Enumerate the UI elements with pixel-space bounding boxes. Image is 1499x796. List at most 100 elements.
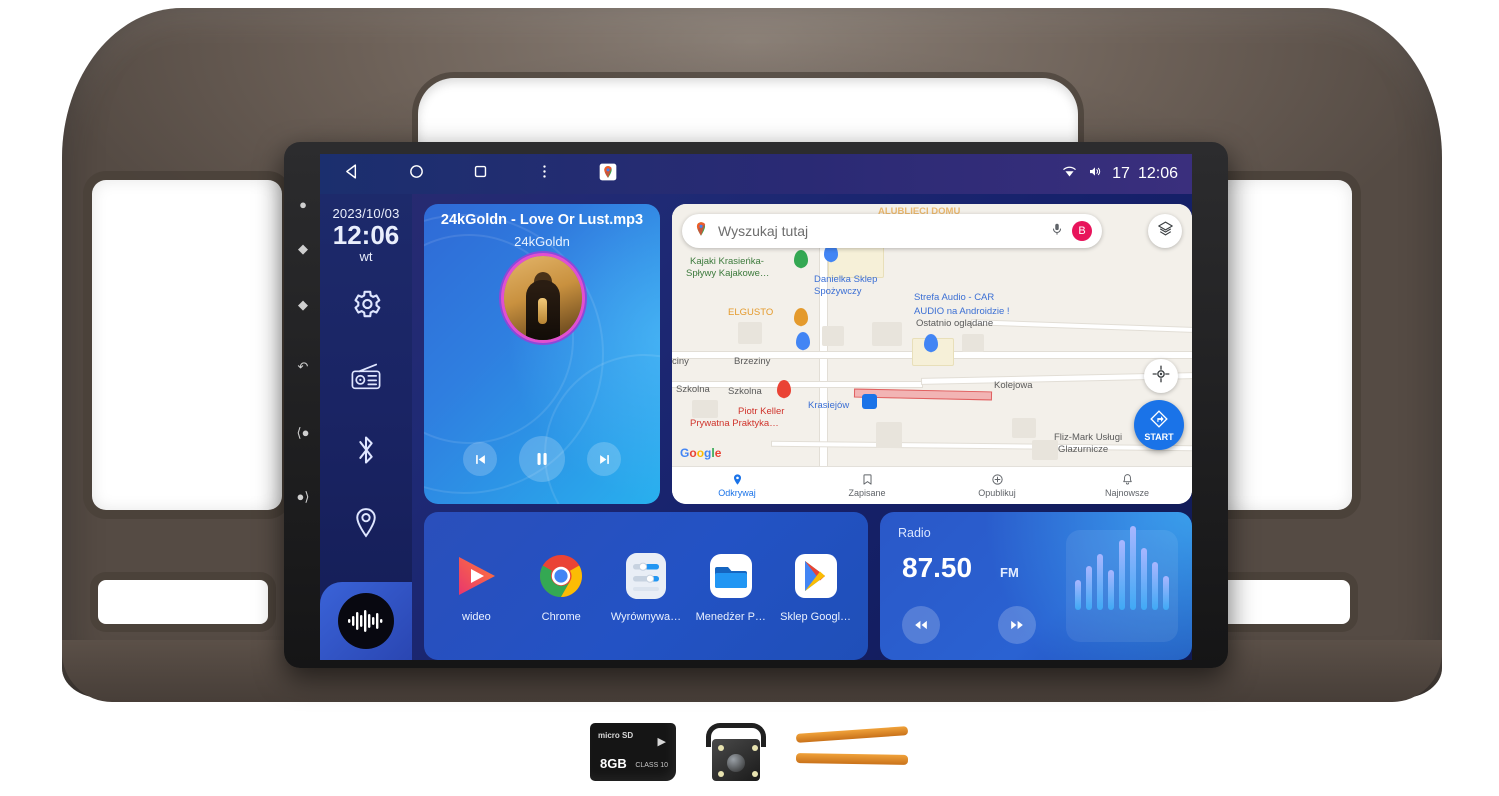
microsd-arrow-icon: ▶	[657, 736, 666, 748]
radio-seek-up-button[interactable]	[998, 606, 1036, 644]
visualizer-bar	[1108, 570, 1114, 610]
dash-slot-left	[98, 580, 268, 624]
bell-icon	[1062, 473, 1192, 488]
touchscreen[interactable]: 17 12:06 2023/10/03 12:06 wt 24kGoldn - …	[320, 154, 1192, 660]
sidebar-item-bluetooth[interactable]	[320, 416, 412, 489]
map-pin-blue[interactable]	[796, 332, 810, 350]
recents-icon[interactable]	[448, 163, 512, 185]
clock-date: 2023/10/03	[332, 206, 400, 221]
app-wyrownywanie[interactable]: Wyrównywa…	[606, 549, 687, 623]
microsd-class: CLASS 10	[635, 762, 668, 769]
pry-tool	[795, 753, 909, 765]
clock-weekday: wt	[359, 249, 373, 264]
radio-seek-down-button[interactable]	[902, 606, 940, 644]
map-search-bar[interactable]: Wyszukaj tutaj B	[682, 214, 1102, 248]
media-controls	[424, 436, 660, 482]
chrome-icon	[534, 549, 588, 603]
location-pin-icon	[350, 506, 382, 545]
hw-button-home[interactable]: ◆	[294, 296, 312, 314]
microsd-card: micro SD ▶ 8GB CLASS 10	[590, 723, 676, 781]
avatar[interactable]: B	[1072, 221, 1092, 241]
pry-tool	[795, 726, 909, 743]
map-start-label: START	[1144, 431, 1174, 442]
radio-band: FM	[1000, 565, 1019, 580]
map-label: Spływy Kajakowe…	[686, 268, 770, 279]
radio-widget[interactable]: Radio 87.50 FM	[880, 512, 1192, 660]
radio-title: Radio	[898, 526, 931, 540]
product-photo: ● ◆ ◆ ↶ ⟨● ●⟩ 17 12:06 2023/10/03 12:06 …	[0, 0, 1499, 796]
map-block	[692, 400, 718, 418]
microsd-capacity: 8GB	[600, 756, 627, 771]
file-manager-icon	[704, 549, 758, 603]
sidebar-item-music[interactable]	[320, 582, 412, 660]
hw-button-volume-up[interactable]: ◆	[294, 240, 312, 258]
album-art	[504, 256, 582, 340]
map-pin-orange[interactable]	[794, 308, 808, 326]
clock-widget[interactable]: 2023/10/03 12:06 wt	[320, 194, 412, 264]
next-track-button[interactable]	[587, 442, 621, 476]
map-block	[962, 334, 984, 352]
overflow-icon[interactable]	[512, 163, 576, 185]
location-pin-icon	[672, 473, 802, 488]
sidebar-item-navigation[interactable]	[320, 489, 412, 562]
gear-icon	[349, 287, 383, 326]
wifi-icon	[1061, 164, 1078, 184]
volume-level: 17	[1112, 165, 1130, 182]
hw-button-power[interactable]: ●	[294, 196, 312, 214]
map-pin-red[interactable]	[777, 380, 791, 398]
rear-camera	[698, 721, 774, 783]
map-label: Strefa Audio - CAR	[914, 292, 995, 303]
hw-button-back[interactable]: ↶	[294, 358, 312, 376]
sidebar-item-radio[interactable]	[320, 343, 412, 416]
app-sklep-google[interactable]: Sklep Googl…	[775, 549, 856, 623]
map-pin-blue[interactable]	[924, 334, 938, 352]
map-widget[interactable]: ALUBLIECI DOMU Kajaki Krasieńka- Spływy …	[672, 204, 1192, 504]
map-pin-green[interactable]	[794, 250, 808, 268]
map-tab-najnowsze[interactable]: Najnowsze	[1062, 473, 1192, 498]
map-label: ELGUSTO	[728, 307, 774, 318]
map-search-placeholder: Wyszukaj tutaj	[718, 223, 809, 239]
map-label: Prywatna Praktyka…	[690, 418, 779, 429]
previous-track-button[interactable]	[463, 442, 497, 476]
app-label: Chrome	[541, 611, 581, 623]
home-icon[interactable]	[384, 163, 448, 185]
visualizer-bar	[1097, 554, 1103, 610]
map-bottom-nav: Odkrywaj Zapisane Opublikuj Najnowsze	[672, 466, 1192, 504]
music-widget[interactable]: 24kGoldn - Love Or Lust.mp3 24kGoldn	[424, 204, 660, 504]
pry-tools	[795, 724, 916, 780]
map-label: Kajaki Krasieńka-	[690, 256, 764, 267]
microphone-icon[interactable]	[1050, 221, 1064, 242]
map-tab-label: Odkrywaj	[718, 488, 756, 498]
map-start-navigation-button[interactable]: START	[1134, 400, 1184, 450]
map-label: Krasiejów	[808, 400, 850, 411]
sidebar-item-settings[interactable]	[320, 270, 412, 343]
map-locate-button[interactable]	[1144, 359, 1178, 393]
map-tab-odkrywaj[interactable]: Odkrywaj	[672, 473, 802, 498]
map-tab-zapisane[interactable]: Zapisane	[802, 473, 932, 498]
google-watermark: Google	[680, 446, 722, 460]
map-layers-button[interactable]	[1148, 214, 1182, 248]
back-icon[interactable]	[320, 163, 384, 185]
album-art-detail	[538, 298, 547, 324]
app-label: Menedżer P…	[695, 611, 766, 623]
visualizer-bar	[1141, 548, 1147, 610]
map-tab-opublikuj[interactable]: Opublikuj	[932, 473, 1062, 498]
app-label: wideo	[462, 611, 491, 623]
app-wideo[interactable]: wideo	[436, 549, 517, 623]
visualizer-bar	[1086, 566, 1092, 610]
maps-pin-icon	[692, 220, 710, 243]
map-tab-label: Zapisane	[848, 488, 886, 498]
camera-lens	[727, 754, 745, 772]
add-circle-icon	[932, 473, 1062, 488]
hw-button-next[interactable]: ●⟩	[294, 488, 312, 506]
pause-button[interactable]	[519, 436, 565, 482]
map-transit-marker[interactable]	[862, 394, 877, 409]
app-chrome[interactable]: Chrome	[521, 549, 602, 623]
map-label: Danielka Sklep	[814, 274, 878, 285]
app-label: Sklep Googl…	[780, 611, 852, 623]
map-block	[738, 322, 762, 344]
hw-button-prev[interactable]: ⟨●	[294, 424, 312, 442]
maps-shortcut-icon[interactable]	[576, 162, 640, 187]
map-canvas[interactable]: ALUBLIECI DOMU Kajaki Krasieńka- Spływy …	[672, 204, 1192, 504]
app-menedzer[interactable]: Menedżer P…	[690, 549, 771, 623]
